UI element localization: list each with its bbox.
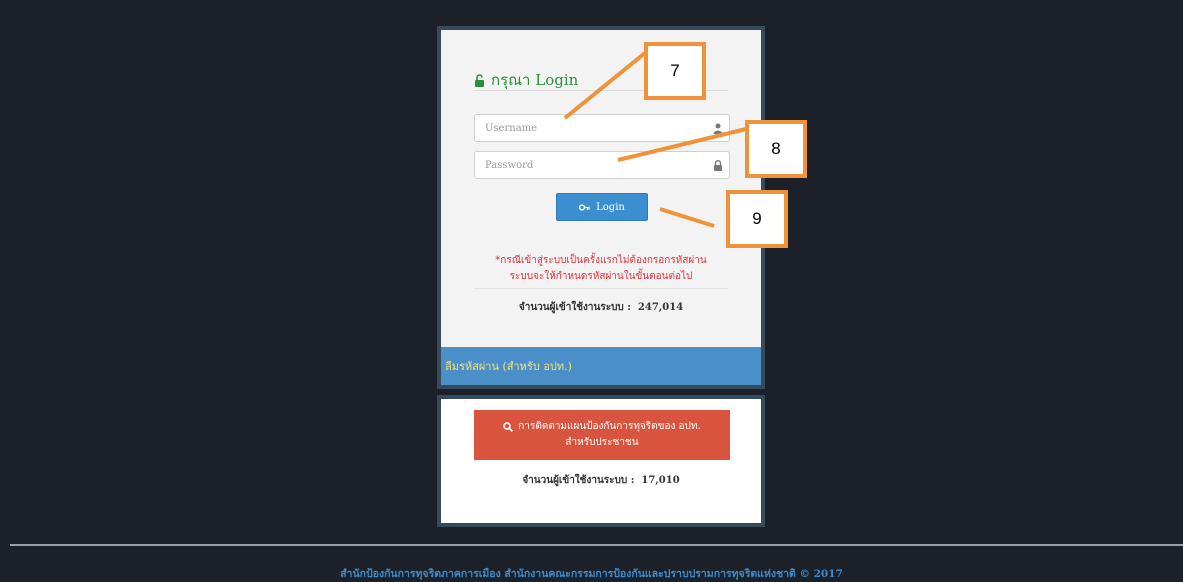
callout-9: 9 [726,190,788,248]
callout-leader-lines [563,51,747,228]
callout-9-label: 9 [752,209,762,228]
callout-8: 8 [745,120,807,178]
callout-7: 7 [644,42,706,100]
callout-8-label: 8 [771,139,781,158]
callout-7-label: 7 [670,61,680,80]
